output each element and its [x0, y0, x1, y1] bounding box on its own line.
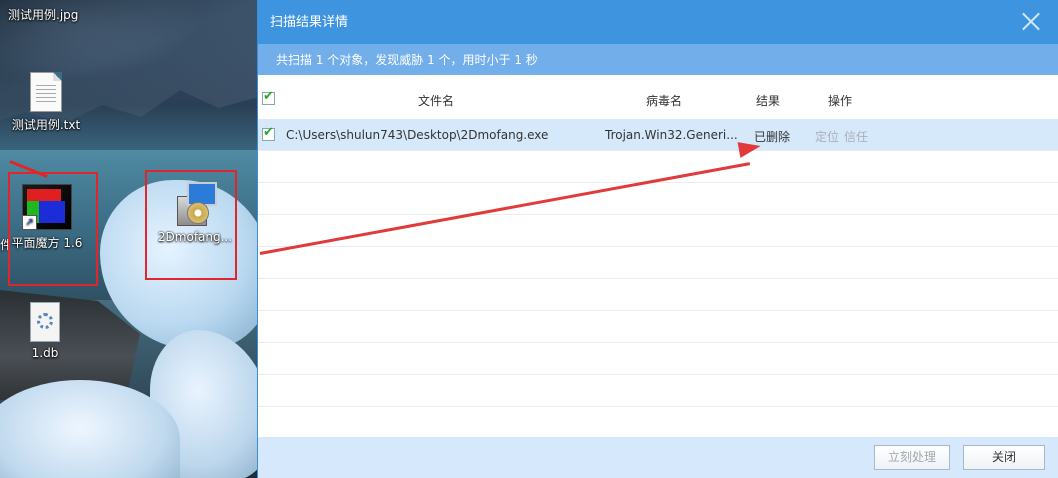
- table-row-empty: [258, 343, 1058, 375]
- desktop-icon-edge-label: 件: [0, 238, 8, 252]
- table-row-empty: [258, 247, 1058, 279]
- virus-name: Trojan.Win32.Generi...: [605, 128, 738, 142]
- desktop-icon-label: 测试用例.txt: [11, 118, 81, 132]
- file-path: C:\Users\shulun743\Desktop\2Dmofang.exe: [286, 128, 549, 142]
- locate-link[interactable]: 定位: [815, 128, 839, 145]
- dialog-title: 扫描结果详情: [270, 15, 349, 30]
- select-all-checkbox[interactable]: [262, 89, 275, 105]
- column-header-result: 结果: [756, 94, 781, 108]
- column-header-action: 操作: [828, 94, 853, 108]
- desktop-icon-label: 测试用例.jpg: [8, 8, 79, 22]
- desktop-icon-jpg[interactable]: 测试用例.jpg: [8, 6, 78, 23]
- close-icon[interactable]: [1022, 12, 1040, 30]
- table-row-empty: [258, 279, 1058, 311]
- row-checkbox[interactable]: [262, 125, 275, 141]
- close-button[interactable]: 关闭: [963, 445, 1045, 470]
- column-header-virus: 病毒名: [646, 94, 683, 108]
- table-body: C:\Users\shulun743\Desktop\2Dmofang.exe …: [258, 119, 1058, 439]
- table-header: 文件名 病毒名 结果 操作: [258, 75, 1058, 120]
- table-row-empty: [258, 183, 1058, 215]
- scan-summary-text: 共扫描 1 个对象，发现威胁 1 个，用时小于 1 秒: [276, 53, 538, 67]
- desktop-icon-db[interactable]: 1.db: [10, 302, 80, 360]
- result-table: 文件名 病毒名 结果 操作 C:\Users\shulun743\Desktop…: [258, 75, 1058, 439]
- desktop-icon-txt[interactable]: 测试用例.txt: [6, 72, 86, 133]
- annotation-box: [8, 172, 98, 286]
- trust-link[interactable]: 信任: [844, 128, 868, 145]
- table-row-empty: [258, 407, 1058, 439]
- annotation-box: [145, 170, 237, 280]
- table-row[interactable]: C:\Users\shulun743\Desktop\2Dmofang.exe …: [258, 119, 1058, 151]
- desktop-background: 测试用例.jpg 测试用例.txt 件 ↗ 平面魔方 1.6 2Dmofang.…: [0, 0, 257, 478]
- text-file-icon: [30, 72, 62, 112]
- column-header-file: 文件名: [418, 94, 455, 108]
- dialog-titlebar: 扫描结果详情: [258, 0, 1058, 44]
- dialog-footer: 立刻处理 关闭: [258, 437, 1058, 478]
- scan-summary-bar: 共扫描 1 个对象，发现威胁 1 个，用时小于 1 秒: [258, 44, 1058, 75]
- table-row-empty: [258, 375, 1058, 407]
- settings-file-icon: [30, 302, 60, 342]
- scan-result-dialog: 扫描结果详情 共扫描 1 个对象，发现威胁 1 个，用时小于 1 秒 文件名 病…: [257, 0, 1058, 478]
- process-now-button[interactable]: 立刻处理: [874, 445, 950, 470]
- table-row-empty: [258, 311, 1058, 343]
- desktop-icon-label: 1.db: [31, 346, 59, 360]
